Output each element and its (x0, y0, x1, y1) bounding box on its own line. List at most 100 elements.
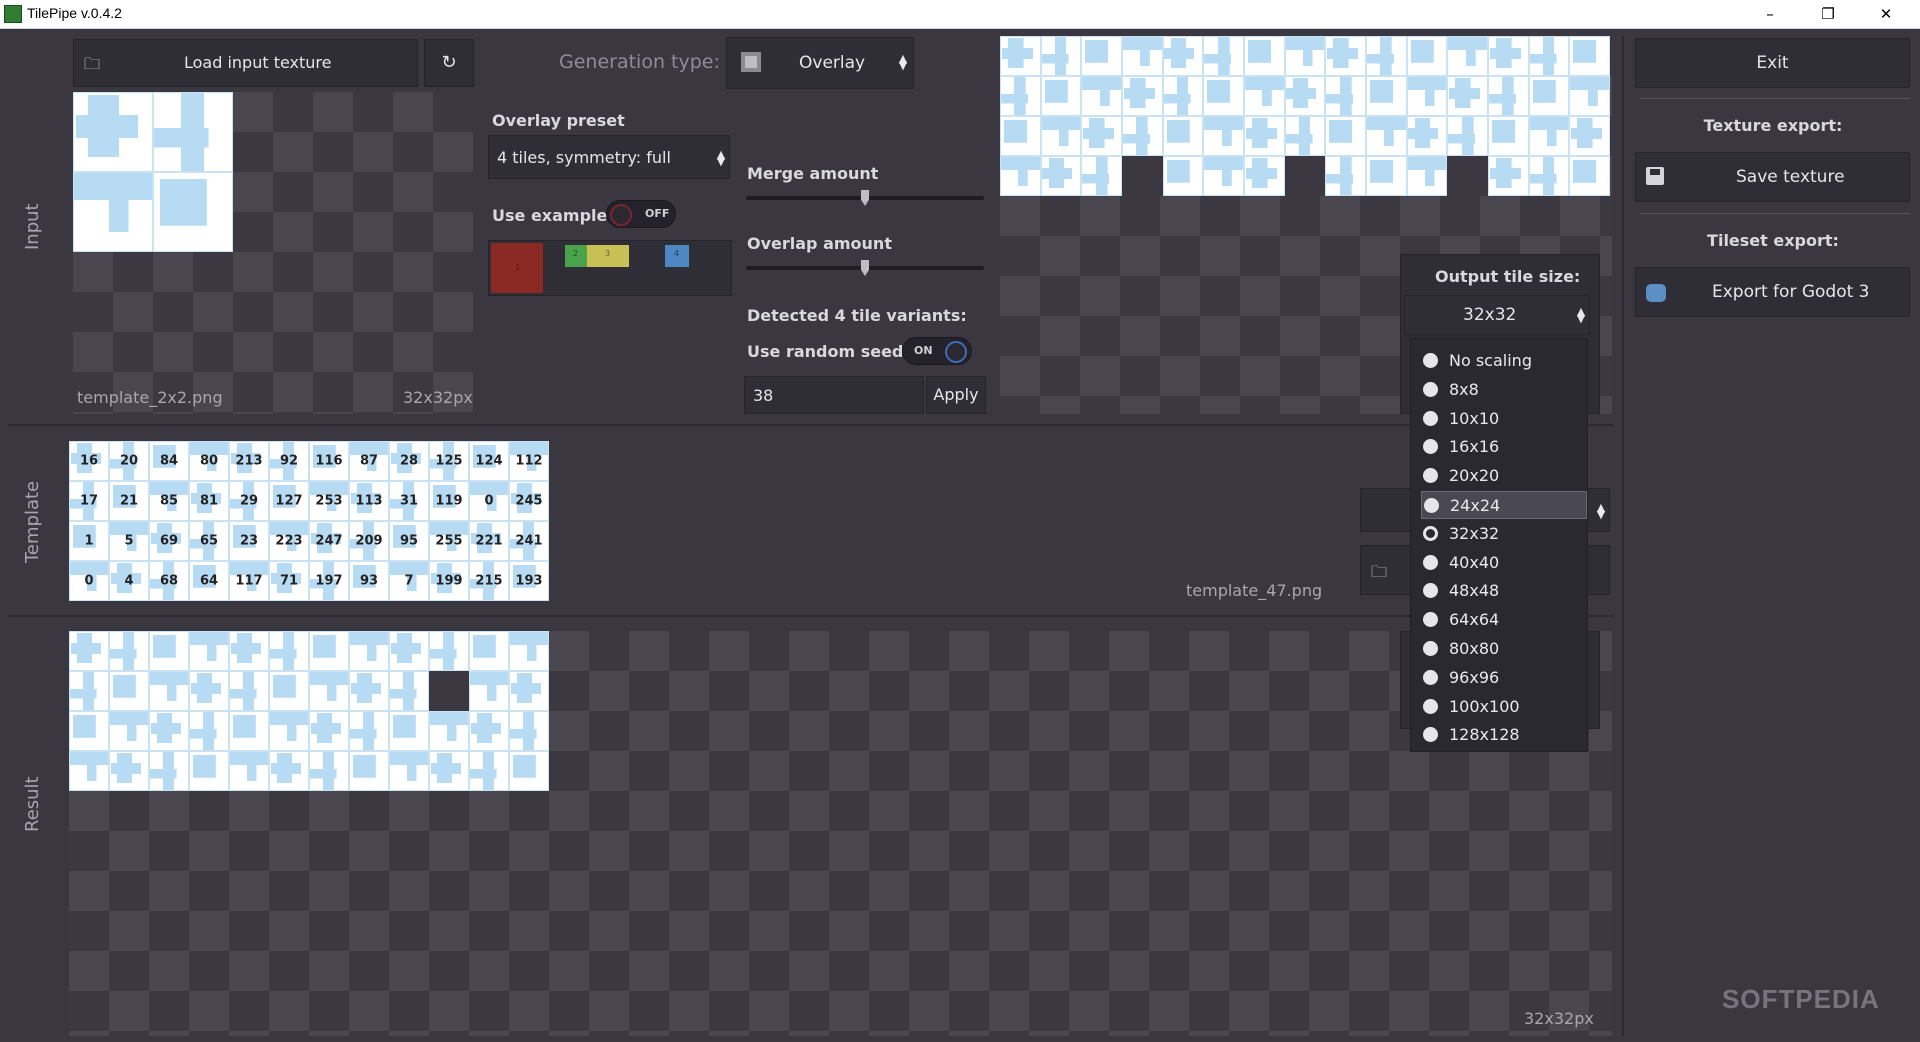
template-tile: 84 (149, 441, 189, 481)
tile-size-option-label: 10x10 (1449, 408, 1500, 428)
texture-export-label: Texture export: (1703, 116, 1843, 135)
template-tile-number: 117 (235, 573, 263, 589)
input-texture-preview: template_2x2.png 32x32px (73, 92, 473, 414)
template-tile-number: 1 (84, 533, 94, 549)
template-tile-number: 112 (515, 453, 543, 469)
merge-amount-handle[interactable] (861, 190, 869, 206)
tile-size-option[interactable]: 32x32 (1421, 520, 1587, 548)
seed-input[interactable]: 38 (744, 376, 924, 414)
folder-icon: 🗀 (1371, 562, 1388, 581)
template-tile: 93 (349, 561, 389, 601)
spinner-arrows-icon: ▲ ▼ (716, 148, 726, 168)
radio-icon (1423, 698, 1438, 714)
template-tile: 29 (229, 481, 269, 521)
output-tile-size-select[interactable]: 32x32 ▲ ▼ (1404, 295, 1590, 335)
use-random-seed-label: Use random seed (747, 342, 904, 361)
template-tile: 221 (469, 521, 509, 561)
spinner-arrows-icon: ▲ ▼ (1576, 305, 1586, 325)
template-tile: 113 (349, 481, 389, 521)
template-tile-number: 31 (399, 493, 419, 509)
template-tile: 64 (189, 561, 229, 601)
tile-size-option-label: 96x96 (1449, 667, 1500, 687)
template-tile-number: 93 (359, 573, 379, 589)
template-tile-number: 5 (124, 533, 134, 549)
overlap-amount-handle[interactable] (861, 260, 869, 276)
template-tile: 213 (229, 441, 269, 481)
apply-button[interactable]: Apply (926, 376, 986, 414)
template-tile: 31 (389, 481, 429, 521)
radio-icon (1423, 381, 1438, 397)
template-tile-number: 193 (515, 573, 543, 589)
tile-size-option[interactable]: 48x48 (1421, 577, 1587, 605)
template-tile: 1 (69, 521, 109, 561)
close-window-button[interactable]: ✕ (1858, 0, 1914, 29)
section-label-template: Template (22, 480, 43, 563)
tile-size-option[interactable]: 16x16 (1421, 433, 1587, 461)
template-tile: 116 (309, 441, 349, 481)
generation-type-select[interactable]: Overlay ▲ ▼ (726, 37, 914, 89)
tile-size-option-label: 8x8 (1449, 379, 1479, 399)
template-tile: 255 (429, 521, 469, 561)
maximize-button[interactable]: ❐ (1800, 0, 1856, 29)
swatch: 1 (491, 243, 543, 293)
tile-size-option[interactable]: 24x24 (1421, 491, 1587, 519)
template-tile-number: 253 (315, 493, 343, 509)
title-bar: TilePipe v.0.4.2 – ❐ ✕ (0, 0, 1920, 29)
template-tile-number: 221 (475, 533, 503, 549)
radio-icon (1423, 525, 1438, 541)
overlay-icon (741, 52, 761, 72)
template-tile-number: 85 (159, 493, 179, 509)
template-tile: 253 (309, 481, 349, 521)
template-tile: 124 (469, 441, 509, 481)
tile-size-option[interactable]: 10x10 (1421, 405, 1587, 433)
template-tile: 215 (469, 561, 509, 601)
export-godot-button[interactable]: Export for Godot 3 (1635, 267, 1910, 317)
section-label-result: Result (22, 776, 43, 832)
floppy-disk-icon (1646, 167, 1664, 185)
template-tile-number: 80 (199, 453, 219, 469)
template-tile-number: 223 (275, 533, 303, 549)
use-example-toggle[interactable]: OFF (606, 200, 676, 228)
template-tile-number: 81 (199, 493, 219, 509)
tile-size-option[interactable]: 96x96 (1421, 664, 1587, 692)
template-tile-number: 92 (279, 453, 299, 469)
tile-size-option[interactable]: 20x20 (1421, 462, 1587, 490)
template-tile-number: 71 (279, 573, 299, 589)
radio-icon (1423, 468, 1438, 484)
template-tile: 4 (109, 561, 149, 601)
tile-size-option[interactable]: 64x64 (1421, 606, 1587, 634)
output-tile-size-dropdown: No scaling 8x8 10x10 16x16 20x20 24x24 32x32 40… (1410, 338, 1588, 752)
template-tile: 193 (509, 561, 549, 601)
template-tile: 17 (69, 481, 109, 521)
template-tile: 241 (509, 521, 549, 561)
template-tile-number: 16 (79, 453, 99, 469)
exit-button[interactable]: Exit (1635, 38, 1910, 88)
tile-size-option[interactable]: 100x100 (1421, 693, 1587, 721)
overlay-preset-select[interactable]: 4 tiles, symmetry: full ▲ ▼ (488, 135, 730, 179)
use-random-seed-toggle[interactable]: ON (902, 337, 972, 365)
template-tile-number: 21 (119, 493, 139, 509)
reload-icon[interactable]: ↻ (424, 39, 474, 87)
minimize-button[interactable]: – (1742, 0, 1798, 29)
template-grid: 16 20 84 80 213 92 116 87 28 125 124 112 17 21 85 81 29 1… (69, 441, 549, 601)
save-texture-button[interactable]: Save texture (1635, 152, 1910, 202)
radio-icon (1423, 727, 1438, 743)
tile-size-option[interactable]: 80x80 (1421, 635, 1587, 663)
input-size: 32x32px (403, 388, 473, 407)
tile-size-option[interactable]: 128x128 (1421, 721, 1587, 749)
tile-size-option[interactable]: 40x40 (1421, 549, 1587, 577)
tile-size-option-label: No scaling (1449, 351, 1532, 370)
tile-size-option[interactable]: No scaling (1421, 347, 1587, 375)
tile-size-option[interactable]: 8x8 (1421, 376, 1587, 404)
template-tile: 199 (429, 561, 469, 601)
input-tile (73, 92, 153, 172)
output-tile-size-label: Output tile size: (1435, 267, 1581, 286)
swatch: 3 (587, 245, 629, 267)
template-tile: 223 (269, 521, 309, 561)
tile-size-option-label: 100x100 (1449, 696, 1520, 716)
load-input-texture-button[interactable]: 🗀 Load input texture (73, 39, 418, 87)
template-tile: 5 (109, 521, 149, 561)
template-tile: 0 (469, 481, 509, 521)
output-tile-size-value: 32x32 (1463, 305, 1517, 325)
save-texture-label: Save texture (1736, 167, 1845, 187)
